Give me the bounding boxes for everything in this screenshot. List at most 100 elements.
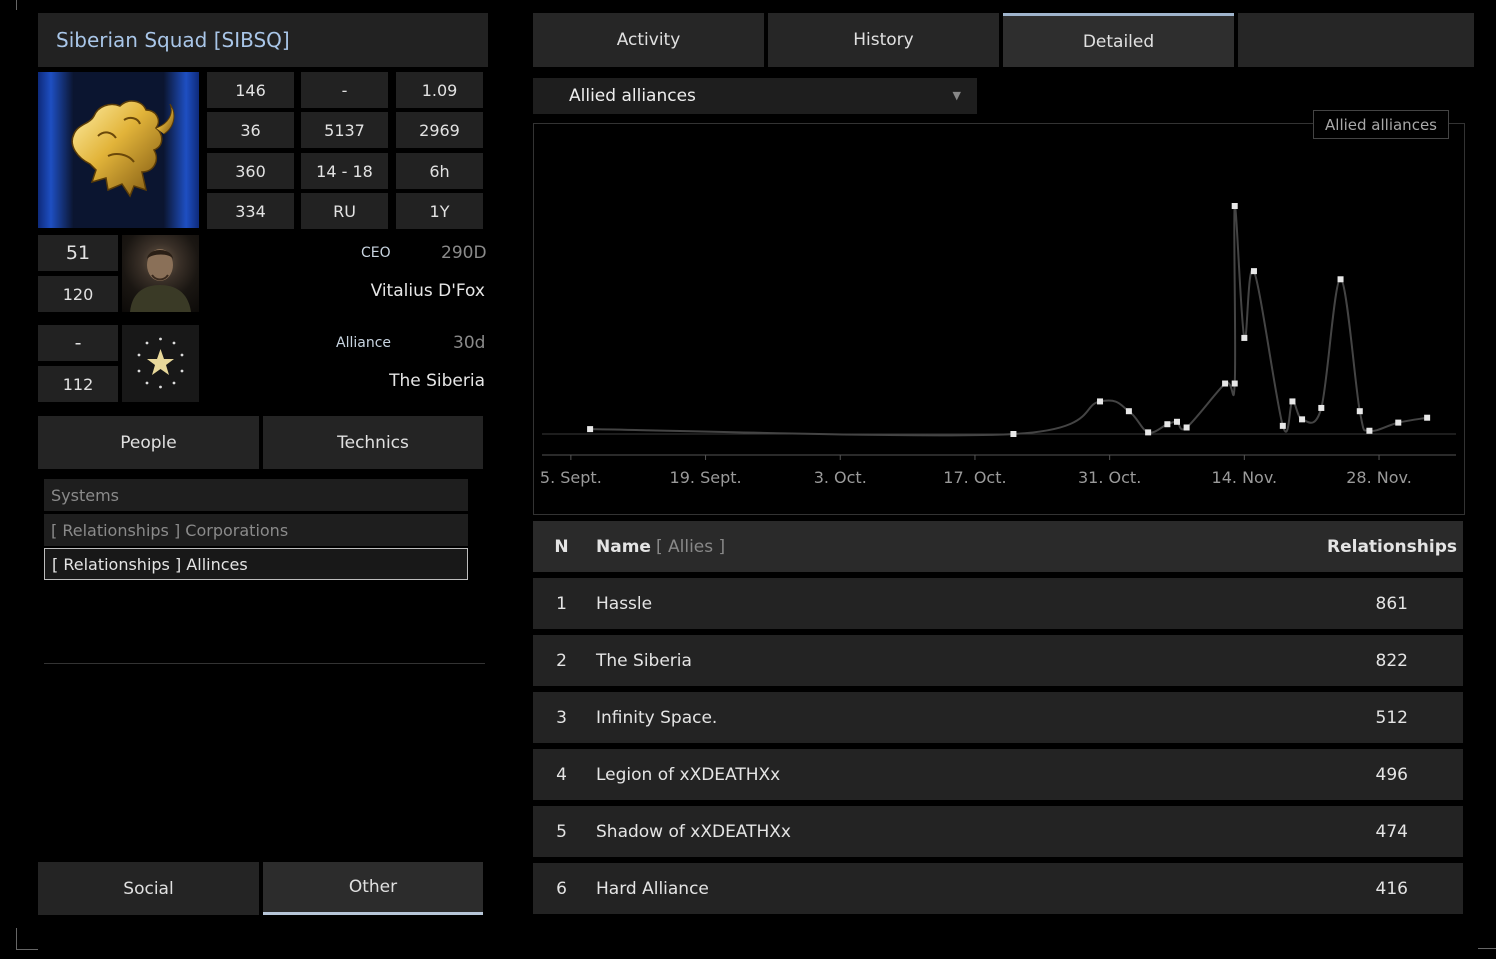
data-point xyxy=(1250,268,1257,275)
row-name: The Siberia xyxy=(596,650,692,671)
ceo-stat: 51 xyxy=(38,235,118,271)
divider xyxy=(44,663,485,664)
chart-area: 5. Sept. 19. Sept. 3. Oct. 17. Oct. 31. Oct.… xyxy=(533,123,1465,515)
ceo-portrait[interactable] xyxy=(122,235,199,312)
stat-cell: 14 - 18 xyxy=(301,153,388,189)
table-row[interactable]: 1 Hassle 861 xyxy=(533,578,1463,629)
data-point xyxy=(1366,427,1373,434)
row-name: Hard Alliance xyxy=(596,878,709,899)
data-point xyxy=(1395,419,1402,426)
list-item-alliance-relationships[interactable]: [ Relationships ] Allinces xyxy=(44,548,468,580)
corner-mark xyxy=(16,928,38,950)
stat-cell: 1.09 xyxy=(396,72,483,108)
table-row[interactable]: 3 Infinity Space. 512 xyxy=(533,692,1463,743)
corp-title: Siberian Squad [SIBSQ] xyxy=(38,13,488,67)
row-relationships: 822 xyxy=(1375,650,1408,671)
lion-emblem-icon xyxy=(71,100,175,198)
table-row[interactable]: 6 Hard Alliance 416 xyxy=(533,863,1463,914)
row-n: 6 xyxy=(556,878,567,899)
chart-legend: Allied alliances xyxy=(1313,110,1449,139)
data-point xyxy=(1299,416,1306,423)
row-n: 5 xyxy=(556,821,567,842)
tab-activity[interactable]: Activity xyxy=(533,13,764,67)
avatar-icon xyxy=(130,249,191,312)
list-item-systems[interactable]: Systems xyxy=(44,479,468,511)
stat-cell: 2969 xyxy=(396,112,483,148)
alliance-name[interactable]: The Siberia xyxy=(389,371,485,391)
tab-other[interactable]: Other xyxy=(263,862,483,915)
data-point xyxy=(1231,380,1238,387)
corp-logo xyxy=(38,72,199,228)
header-relationships[interactable]: Relationships xyxy=(1327,521,1457,572)
ceo-days: 290D xyxy=(441,243,487,263)
row-relationships: 496 xyxy=(1375,764,1408,785)
stat-cell: 360 xyxy=(207,153,294,189)
table-row[interactable]: 5 Shadow of xXDEATHXx 474 xyxy=(533,806,1463,857)
data-point xyxy=(587,426,594,433)
ceo-name[interactable]: Vitalius D'Fox xyxy=(371,281,485,301)
dropdown-value: Allied alliances xyxy=(569,86,696,106)
data-point xyxy=(1231,203,1238,209)
data-point xyxy=(1337,276,1344,283)
row-n: 4 xyxy=(556,764,567,785)
stat-cell: 36 xyxy=(207,112,294,148)
data-point xyxy=(1222,380,1229,387)
row-relationships: 416 xyxy=(1375,878,1408,899)
header-n: N xyxy=(554,536,569,557)
alliance-days: 30d xyxy=(453,333,486,353)
data-point xyxy=(1424,414,1431,421)
header-name[interactable]: Name [ Allies ] xyxy=(596,521,725,572)
row-name: Infinity Space. xyxy=(596,707,718,728)
data-point xyxy=(1125,408,1132,415)
x-tick-label: 28. Nov. xyxy=(1346,468,1412,487)
table-row[interactable]: 2 The Siberia 822 xyxy=(533,635,1463,686)
tab-social[interactable]: Social xyxy=(38,862,259,915)
tab-empty[interactable] xyxy=(1238,13,1474,67)
data-point xyxy=(1356,408,1363,415)
x-tick-label: 5. Sept. xyxy=(540,468,602,487)
x-tick-label: 19. Sept. xyxy=(670,468,742,487)
tab-history[interactable]: History xyxy=(768,13,999,67)
table-header: N Name [ Allies ] Relationships xyxy=(533,521,1463,572)
x-tick-label: 14. Nov. xyxy=(1212,468,1278,487)
alliance-label: Alliance xyxy=(336,335,392,351)
list-item-corp-relationships[interactable]: [ Relationships ] Corporations xyxy=(44,514,468,546)
series-line xyxy=(590,204,1428,437)
chevron-down-icon: ▼ xyxy=(952,89,961,102)
alliance-stat: 112 xyxy=(38,366,118,402)
alliance-stat: - xyxy=(38,325,118,361)
stat-cell: RU xyxy=(301,193,388,229)
row-name: Shadow of xXDEATHXx xyxy=(596,821,791,842)
row-n: 2 xyxy=(556,650,567,671)
corner-mark xyxy=(16,0,17,10)
header-name-sub: [ Allies ] xyxy=(655,536,726,557)
data-point xyxy=(1183,424,1190,431)
tab-people[interactable]: People xyxy=(38,416,259,469)
x-tick-label: 3. Oct. xyxy=(814,468,867,487)
ceo-stat: 120 xyxy=(38,276,118,312)
tab-technics[interactable]: Technics xyxy=(263,416,483,469)
data-point xyxy=(1279,422,1286,429)
alliance-logo[interactable] xyxy=(122,325,199,402)
corner-mark xyxy=(1478,948,1496,949)
star-emblem-icon xyxy=(137,337,184,389)
table-row[interactable]: 4 Legion of xXDEATHXx 496 xyxy=(533,749,1463,800)
chart-type-dropdown[interactable]: Allied alliances ▼ xyxy=(533,78,977,114)
tab-detailed[interactable]: Detailed xyxy=(1003,13,1234,67)
stat-cell: 6h xyxy=(396,153,483,189)
ceo-label: CEO xyxy=(361,245,391,261)
data-point xyxy=(1164,421,1171,428)
data-point xyxy=(1097,398,1104,405)
stat-cell: 5137 xyxy=(301,112,388,148)
row-relationships: 861 xyxy=(1375,593,1408,614)
x-tick-label: 17. Oct. xyxy=(943,468,1006,487)
data-point xyxy=(1145,429,1152,436)
row-name: Legion of xXDEATHXx xyxy=(596,764,781,785)
data-point xyxy=(1010,431,1017,437)
stat-cell: 146 xyxy=(207,72,294,108)
data-point xyxy=(1241,334,1248,341)
stat-cell: 334 xyxy=(207,193,294,229)
row-relationships: 512 xyxy=(1375,707,1408,728)
stat-cell: 1Y xyxy=(396,193,483,229)
row-name: Hassle xyxy=(596,593,653,614)
